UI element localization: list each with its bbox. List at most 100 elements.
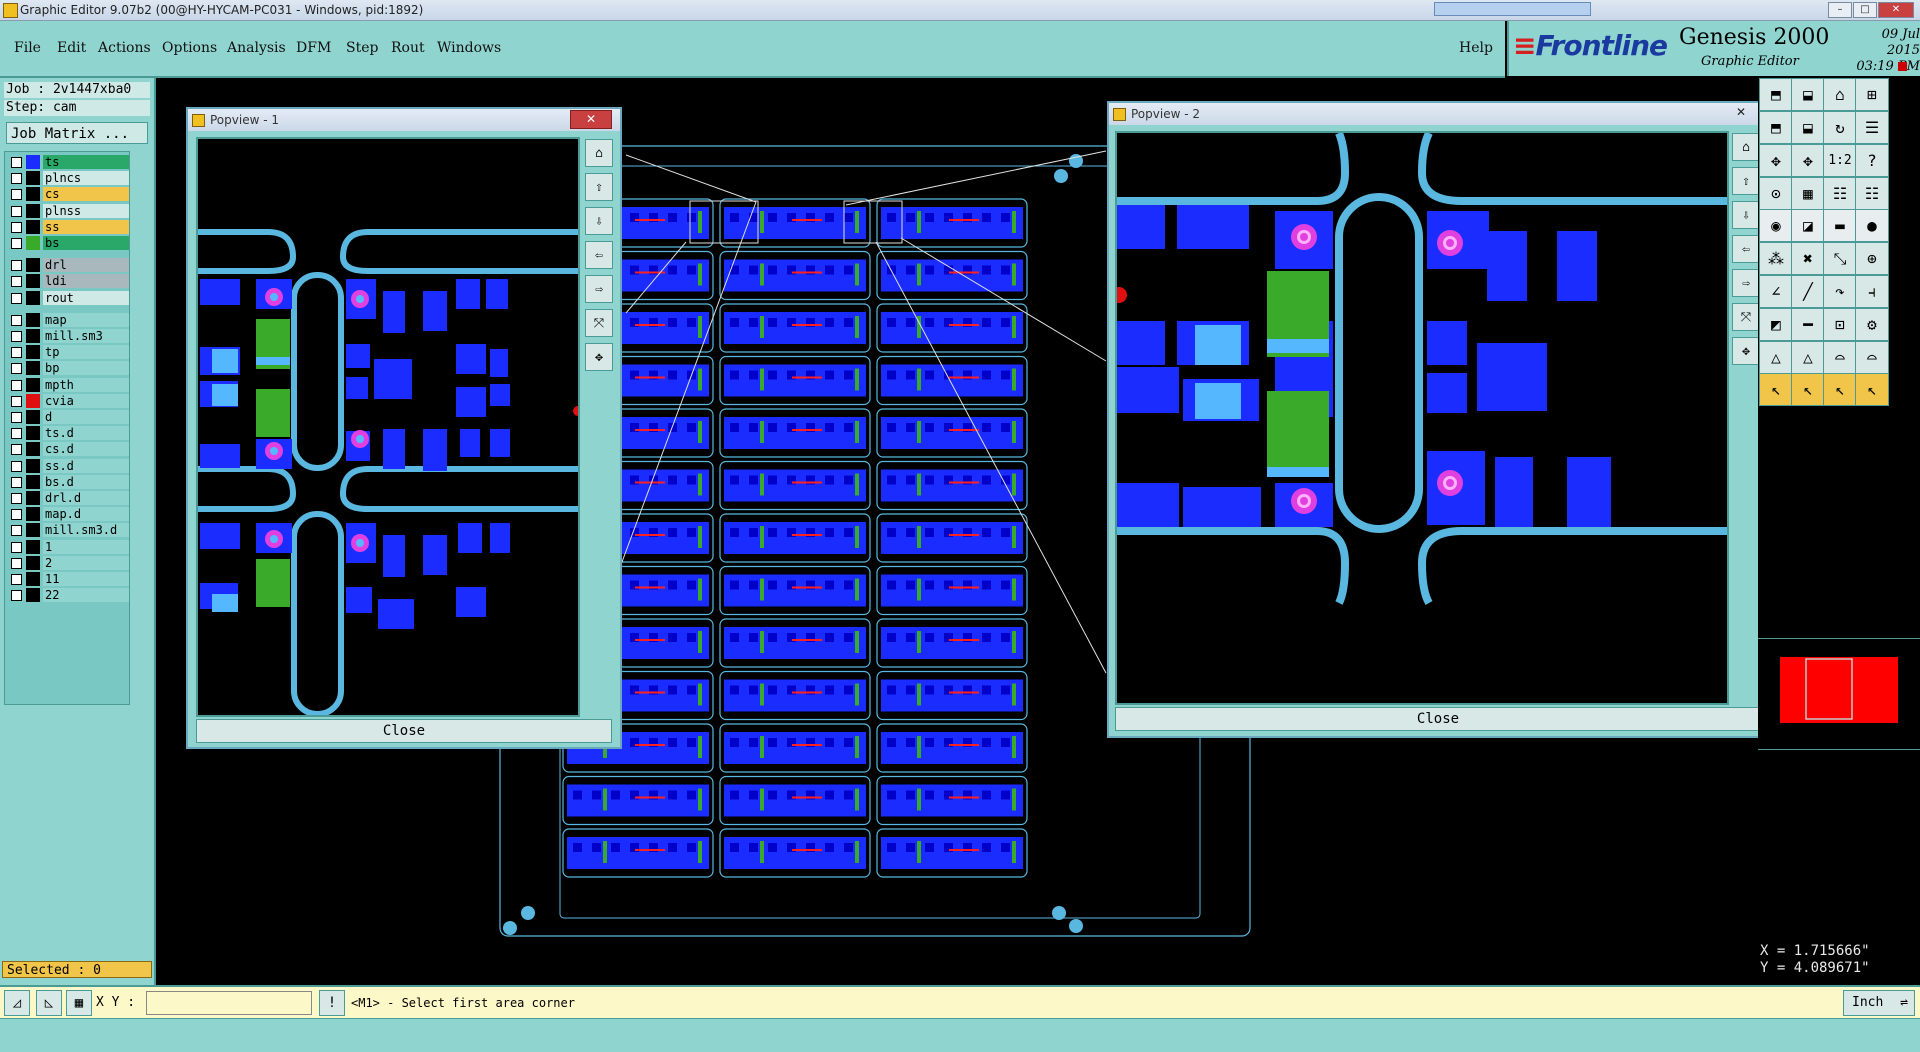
layer-checkbox[interactable] — [11, 363, 22, 375]
layer-row-ts.d[interactable]: ts.d — [7, 426, 129, 441]
layer-name[interactable]: 2 — [43, 555, 129, 570]
pv2-fit-icon[interactable]: ⤧ — [1732, 303, 1760, 331]
window-icon[interactable]: ⊞ — [1855, 78, 1889, 111]
layer-checkbox[interactable] — [11, 379, 22, 391]
layer-color-swatch[interactable] — [26, 236, 40, 250]
popview-2-close-button[interactable]: Close — [1115, 707, 1761, 731]
layer-name[interactable]: tp — [43, 345, 129, 360]
menu-edit[interactable]: Edit — [57, 40, 86, 56]
pv2-pan-right-icon[interactable]: ⇨ — [1732, 269, 1760, 297]
scale-icon[interactable]: 1:2 — [1823, 144, 1857, 177]
popview-1-close-button[interactable]: Close — [196, 719, 612, 743]
move-down-icon[interactable]: ⬓ — [1791, 78, 1825, 111]
rotate-icon[interactable]: ↷ — [1823, 275, 1857, 308]
info-icon[interactable]: ! — [319, 990, 345, 1016]
layer-checkbox[interactable] — [11, 221, 22, 233]
layer-color-swatch[interactable] — [26, 258, 40, 273]
layer-name[interactable]: bp — [43, 361, 129, 376]
layer-row-mill.sm3[interactable]: mill.sm3 — [7, 329, 129, 343]
layer-checkbox[interactable] — [11, 509, 22, 521]
layer-row-map.d[interactable]: map.d — [7, 507, 129, 522]
layer-row-bs.d[interactable]: bs.d — [7, 474, 129, 489]
layer-checkbox[interactable] — [11, 173, 22, 185]
job-matrix-button[interactable]: Job Matrix ... — [6, 122, 148, 144]
layer-name[interactable]: ts.d — [43, 426, 129, 441]
layer-checkbox[interactable] — [11, 260, 22, 272]
redo-icon[interactable]: ↻ — [1823, 111, 1857, 144]
layer-color-swatch[interactable] — [26, 203, 40, 218]
layer-name[interactable]: 22 — [43, 588, 129, 603]
layer-name[interactable]: ss — [43, 219, 129, 234]
overview-map[interactable] — [1758, 638, 1920, 750]
layer-row-ss[interactable]: ss — [7, 219, 129, 234]
layer-name[interactable]: plnss — [43, 203, 129, 218]
menu-step[interactable]: Step — [346, 40, 378, 56]
layer-name[interactable]: mill.sm3.d — [43, 523, 129, 538]
delete-icon[interactable]: ✖ — [1791, 242, 1825, 275]
layer-name[interactable]: plncs — [43, 171, 129, 186]
layer-color-swatch[interactable] — [26, 393, 40, 408]
layer-row-bp[interactable]: bp — [7, 361, 129, 376]
list-icon[interactable]: ☰ — [1855, 111, 1889, 144]
layer-color-swatch[interactable] — [26, 426, 40, 441]
pv1-zoom-home-icon[interactable]: ⌂ — [585, 139, 613, 167]
layer-row-22[interactable]: 22 — [7, 588, 129, 603]
pointer-alt-icon[interactable]: ↖ — [1791, 373, 1825, 406]
popview-2-x-button[interactable]: ✕ — [1721, 104, 1761, 121]
minimize-button[interactable]: – — [1828, 2, 1852, 18]
layer-color-swatch[interactable] — [26, 377, 40, 392]
circle-icon[interactable]: ◉ — [1759, 209, 1793, 242]
menu-windows[interactable]: Windows — [437, 40, 501, 56]
pv2-zoom-out-icon[interactable]: ⇩ — [1732, 201, 1760, 229]
layer-name[interactable]: cs — [43, 187, 129, 202]
layer-row-drl.d[interactable]: drl.d — [7, 491, 129, 505]
popview-1-view[interactable] — [196, 137, 580, 717]
layer-color-swatch[interactable] — [26, 171, 40, 186]
layer-name[interactable]: mpth — [43, 377, 129, 392]
menu-analysis[interactable]: Analysis — [227, 40, 286, 56]
layer-row-drl[interactable]: drl — [7, 258, 129, 273]
snap-icon[interactable]: ◿ — [4, 990, 30, 1016]
layer-row-bs[interactable]: bs — [7, 236, 129, 250]
layer-name[interactable]: ts — [43, 155, 129, 169]
layer-checkbox[interactable] — [11, 428, 22, 440]
layer-row-2[interactable]: 2 — [7, 555, 129, 570]
center-icon[interactable]: ✥ — [1791, 144, 1825, 177]
layer-name[interactable]: cvia — [43, 393, 129, 408]
layer-checkbox[interactable] — [11, 557, 22, 569]
home-icon[interactable]: ⌂ — [1823, 78, 1857, 111]
layer-row-rout[interactable]: rout — [7, 290, 129, 305]
layer-row-ts[interactable]: ts — [7, 155, 129, 169]
ruler-icon[interactable]: ▬ — [1823, 209, 1857, 242]
window-close-button[interactable]: ✕ — [1878, 2, 1914, 18]
layer-checkbox[interactable] — [11, 189, 22, 201]
layer-color-swatch[interactable] — [26, 458, 40, 473]
pan-icon[interactable]: ✥ — [1759, 144, 1793, 177]
layer-color-swatch[interactable] — [26, 187, 40, 202]
pv2-zoom-home-icon[interactable]: ⌂ — [1732, 133, 1760, 161]
pointer-icon[interactable]: ↖ — [1759, 373, 1793, 406]
triangle-icon[interactable]: △ — [1759, 341, 1793, 374]
menu-help[interactable]: Help — [1459, 40, 1493, 56]
layer-checkbox[interactable] — [11, 541, 22, 553]
layer-checkbox[interactable] — [11, 574, 22, 585]
select-box-icon[interactable]: ⊡ — [1823, 308, 1857, 341]
layer-checkbox[interactable] — [11, 331, 22, 342]
layer-checkbox[interactable] — [11, 276, 22, 288]
pv1-pan-left-icon[interactable]: ⇦ — [585, 241, 613, 269]
layer-name[interactable]: bs — [43, 236, 129, 250]
menu-file[interactable]: File — [14, 40, 41, 56]
units-select[interactable]: Inch ⇌ — [1843, 990, 1915, 1016]
layer-name[interactable]: rout — [43, 290, 129, 305]
layer-color-swatch[interactable] — [26, 219, 40, 234]
layer-name[interactable]: mill.sm3 — [43, 329, 129, 343]
layer-row-mill.sm3.d[interactable]: mill.sm3.d — [7, 523, 129, 538]
popview-2-view[interactable] — [1115, 131, 1729, 705]
layer-color-swatch[interactable] — [26, 474, 40, 489]
shape-icon[interactable]: ◩ — [1759, 308, 1793, 341]
layer-row-plncs[interactable]: plncs — [7, 171, 129, 186]
layer-name[interactable]: 11 — [43, 572, 129, 586]
layer-checkbox[interactable] — [11, 412, 22, 423]
arc-icon[interactable]: ⌓ — [1823, 341, 1857, 374]
layers-icon[interactable]: ☷ — [1823, 177, 1857, 210]
